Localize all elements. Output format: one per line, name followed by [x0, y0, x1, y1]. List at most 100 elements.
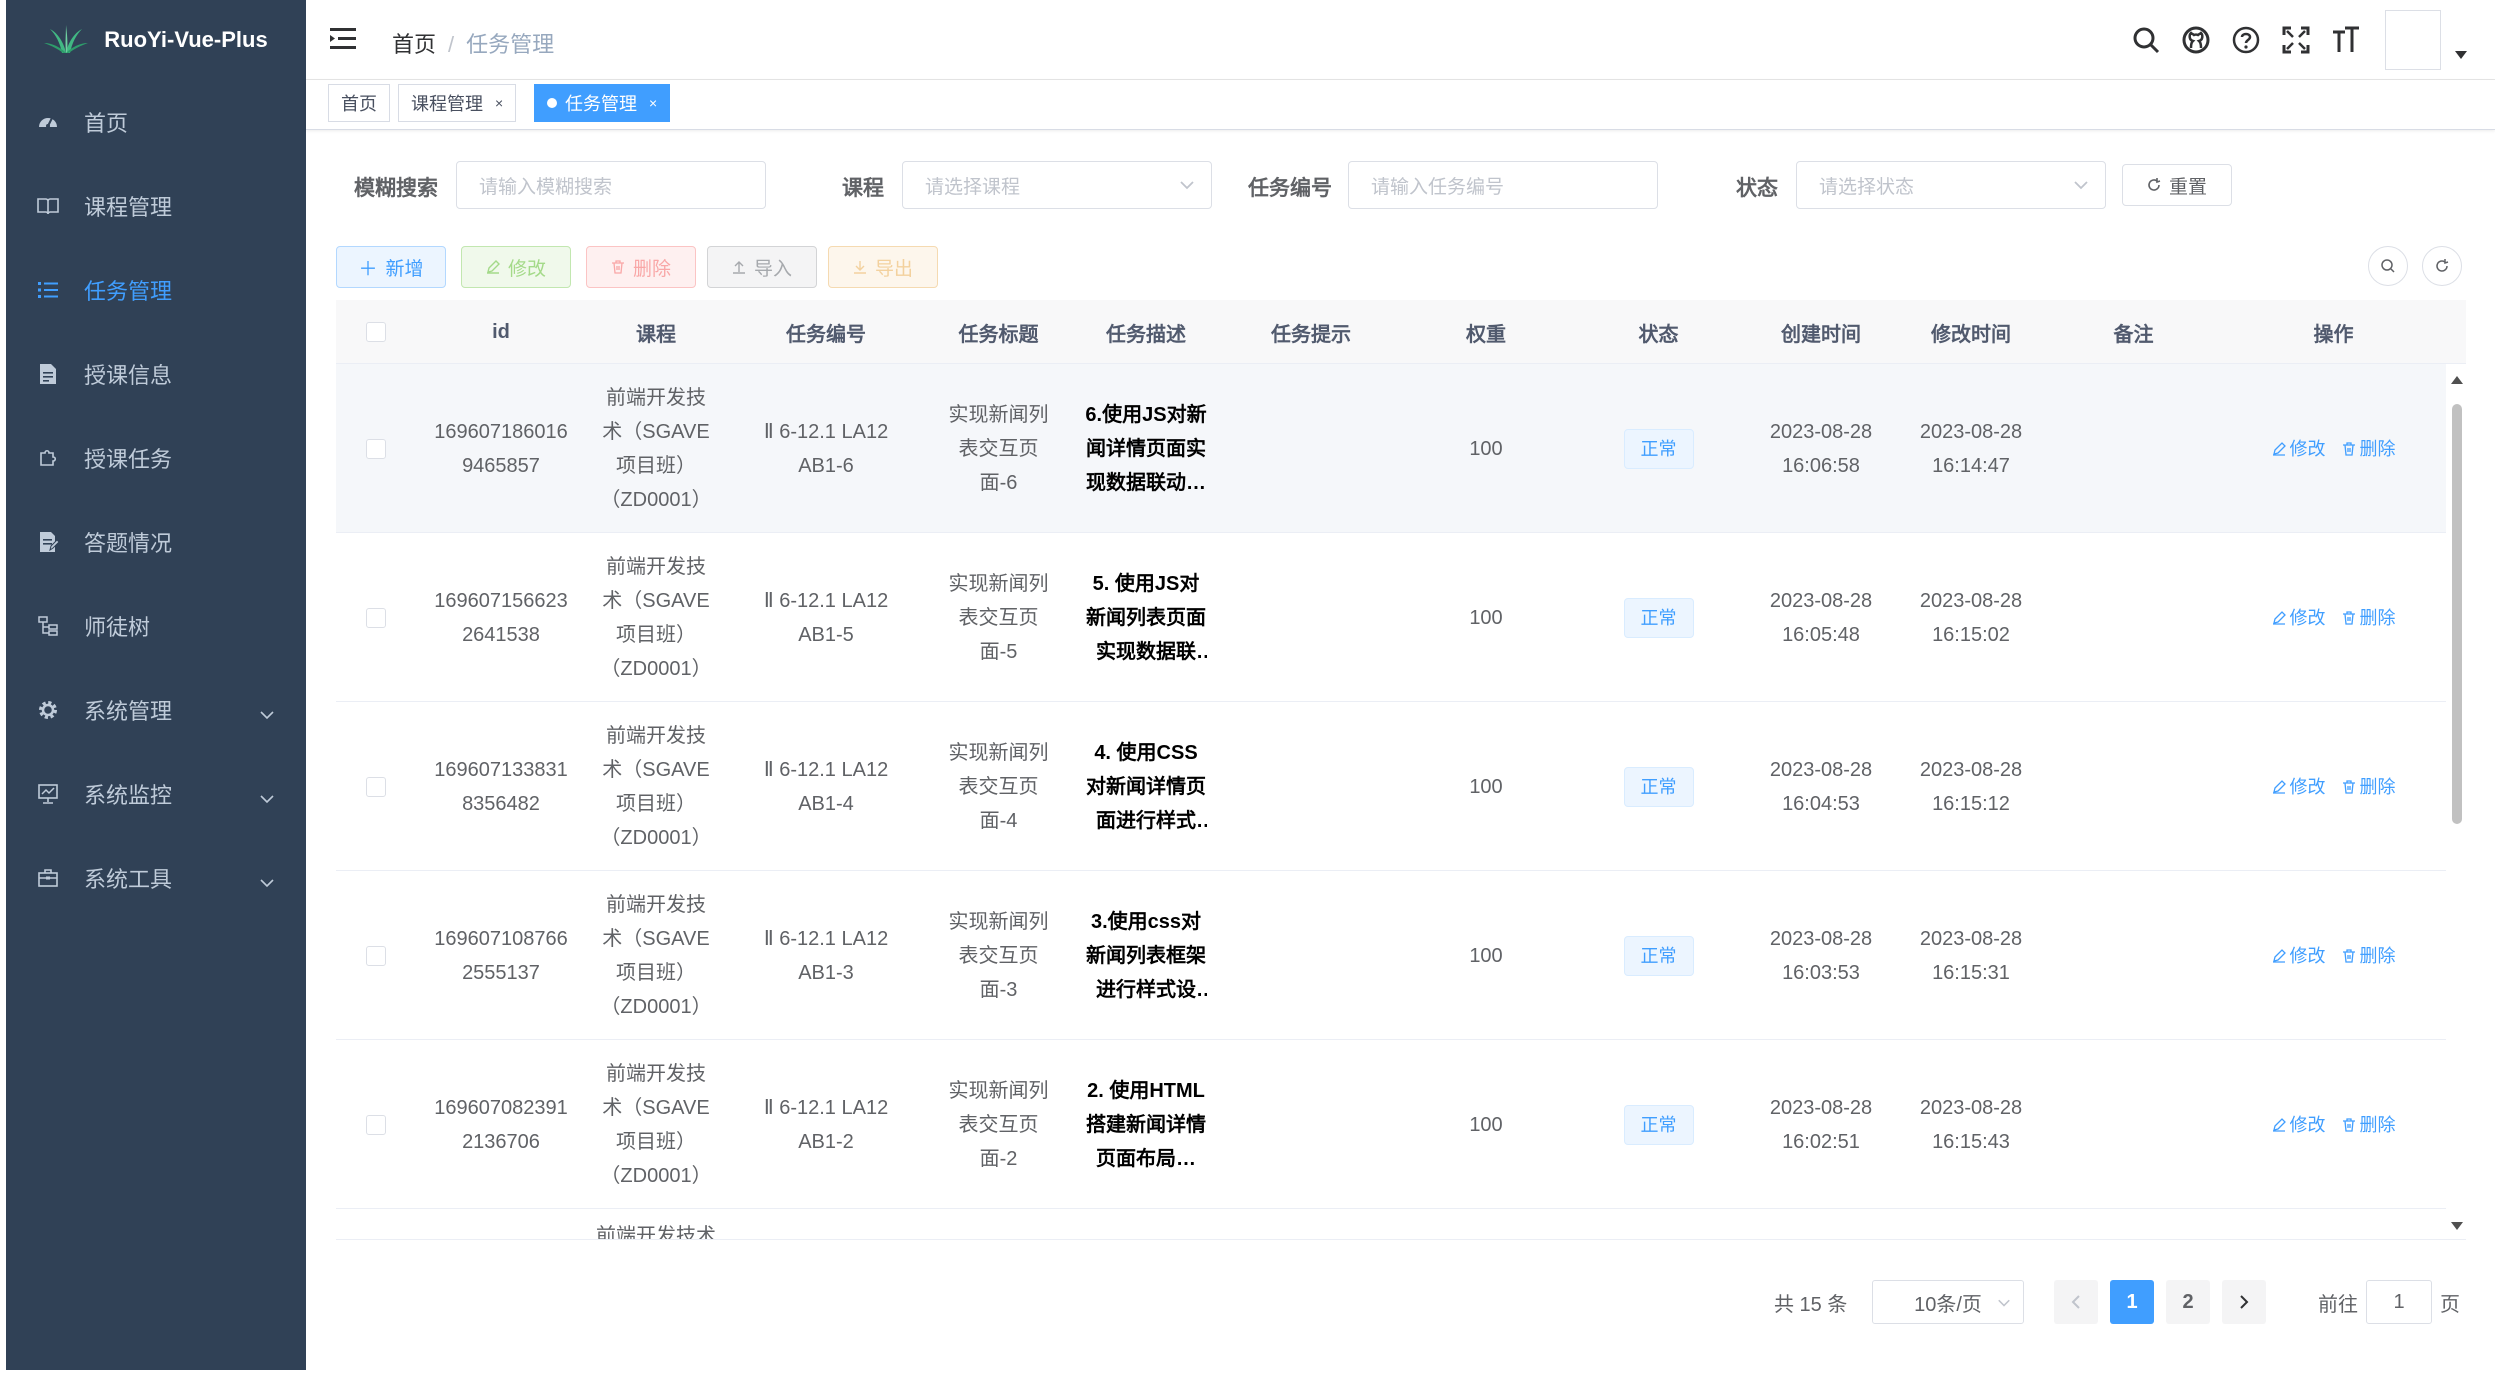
row-delete-button[interactable]: 删除: [2342, 770, 2396, 804]
col-task-no[interactable]: 任务编号: [726, 300, 926, 364]
page-size-select[interactable]: 10条/页: [1872, 1280, 2024, 1324]
col-hint[interactable]: 任务提示: [1221, 300, 1401, 364]
tag-course[interactable]: 课程管理 ×: [398, 84, 517, 122]
row-edit-button[interactable]: 修改: [2272, 601, 2326, 635]
table-row[interactable]: 1696071566232641538 前端开发技术（SGAVE项目班）（ZD00…: [336, 533, 2446, 702]
hamburger-icon[interactable]: [330, 26, 358, 57]
sidebar-item[interactable]: 系统工具: [6, 836, 306, 920]
sidebar-item[interactable]: 系统管理: [6, 668, 306, 752]
fullscreen-icon[interactable]: [2271, 15, 2321, 65]
table-body: 1696071860169465857 前端开发技术（SGAVE项目班）（ZD00…: [336, 364, 2446, 1240]
row-delete-button[interactable]: 删除: [2342, 939, 2396, 973]
github-icon[interactable]: [2171, 15, 2221, 65]
table-row[interactable]: 1696071087662555137 前端开发技术（SGAVE项目班）（ZD00…: [336, 871, 2446, 1040]
font-size-icon[interactable]: [2321, 15, 2371, 65]
goto-page-input[interactable]: 1: [2366, 1280, 2432, 1324]
row-delete-button[interactable]: 删除: [2342, 432, 2396, 466]
table-row[interactable]: 1696070823912136706 前端开发技术（SGAVE项目班）（ZD00…: [336, 1040, 2446, 1209]
close-icon[interactable]: ×: [649, 95, 657, 111]
caret-down-icon[interactable]: [2455, 46, 2467, 64]
col-remark[interactable]: 备注: [2046, 300, 2221, 364]
cell-text: 前端开发技术: [596, 1225, 716, 1240]
scrollbar-thumb[interactable]: [2452, 404, 2462, 824]
col-desc[interactable]: 任务描述: [1071, 300, 1221, 364]
search-icon[interactable]: [2121, 15, 2171, 65]
edit-icon: [2272, 948, 2286, 963]
table-row[interactable]: 1696071338318356482 前端开发技术（SGAVE项目班）（ZD00…: [336, 702, 2446, 871]
row-delete-label: 删除: [2359, 945, 2396, 966]
delete-button[interactable]: 删除: [586, 246, 696, 288]
table-scrollbar[interactable]: [2448, 364, 2466, 1239]
col-created[interactable]: 创建时间: [1746, 300, 1896, 364]
task-no-label: 任务编号: [1248, 177, 1332, 200]
col-modified[interactable]: 修改时间: [1896, 300, 2046, 364]
export-button[interactable]: 导出: [828, 246, 938, 288]
page-1-button[interactable]: 1: [2110, 1280, 2154, 1324]
tag-task[interactable]: 任务管理 ×: [534, 84, 671, 122]
col-status[interactable]: 状态: [1571, 300, 1746, 364]
prev-page-button[interactable]: [2054, 1280, 2098, 1324]
status-select[interactable]: 请选择状态: [1796, 161, 2106, 209]
table-row[interactable]: 前端开发技术: [336, 1209, 2446, 1240]
select-all-checkbox[interactable]: [366, 322, 386, 342]
row-checkbox[interactable]: [366, 438, 386, 459]
next-page-button[interactable]: [2222, 1280, 2266, 1324]
close-icon[interactable]: ×: [495, 95, 503, 111]
row-edit-button[interactable]: 修改: [2272, 432, 2326, 466]
import-button[interactable]: 导入: [707, 246, 817, 288]
table-row[interactable]: 1696071860169465857 前端开发技术（SGAVE项目班）（ZD00…: [336, 364, 2446, 533]
row-checkbox[interactable]: [366, 1114, 386, 1135]
page-2-button[interactable]: 2: [2166, 1280, 2210, 1324]
course-select[interactable]: 请选择课程: [902, 161, 1212, 209]
add-button[interactable]: ＋ 新增: [336, 246, 446, 288]
logo[interactable]: RuoYi-Vue-Plus: [6, 0, 306, 80]
download-icon: [853, 261, 866, 274]
sidebar-item[interactable]: 系统监控: [6, 752, 306, 836]
row-checkbox[interactable]: [366, 945, 386, 966]
row-delete-button[interactable]: 删除: [2342, 1108, 2396, 1142]
breadcrumb-home[interactable]: 首页: [392, 32, 436, 57]
avatar[interactable]: [2385, 10, 2441, 70]
refresh-button[interactable]: [2422, 246, 2462, 286]
cell-text: 前端开发技术（SGAVE项目班）（ZD0001）: [600, 1062, 712, 1187]
plus-icon: ＋: [358, 258, 378, 280]
cell-text: 100: [1469, 944, 1503, 967]
col-title[interactable]: 任务标题: [926, 300, 1071, 364]
scroll-up-icon[interactable]: [2451, 376, 2463, 384]
edit-doc-icon: [36, 530, 60, 554]
sidebar-item[interactable]: 任务管理: [6, 248, 306, 332]
sidebar-item[interactable]: 授课任务: [6, 416, 306, 500]
col-weight[interactable]: 权重: [1401, 300, 1571, 364]
sidebar-item[interactable]: 首页: [6, 80, 306, 164]
sidebar-item[interactable]: 课程管理: [6, 164, 306, 248]
toggle-search-button[interactable]: [2368, 246, 2408, 286]
row-delete-button[interactable]: 删除: [2342, 601, 2396, 635]
row-edit-button[interactable]: 修改: [2272, 939, 2326, 973]
reset-button[interactable]: 重置: [2122, 164, 2232, 206]
col-id[interactable]: id: [416, 300, 586, 364]
sidebar-item[interactable]: 师徒树: [6, 584, 306, 668]
tag-home[interactable]: 首页: [328, 84, 390, 122]
cell-title: 实现新闻列表交互页面-3: [926, 871, 1071, 1040]
row-edit-button[interactable]: 修改: [2272, 1108, 2326, 1142]
fuzzy-search-input[interactable]: 请输入模糊搜索: [456, 161, 766, 209]
edit-icon: [2272, 441, 2286, 456]
row-checkbox[interactable]: [366, 776, 386, 797]
help-icon[interactable]: [2221, 15, 2271, 65]
cell-title: 实现新闻列表交互页面-2: [926, 1040, 1071, 1209]
row-edit-button[interactable]: 修改: [2272, 770, 2326, 804]
col-course[interactable]: 课程: [586, 300, 726, 364]
status-badge: 正常: [1623, 597, 1694, 638]
trash-icon: [2342, 610, 2355, 625]
status-cell: 正常: [1571, 533, 1746, 702]
edit-icon: [2272, 1117, 2286, 1132]
task-no-input[interactable]: 请输入任务编号: [1348, 161, 1658, 209]
scroll-down-icon[interactable]: [2451, 1222, 2463, 1230]
sidebar-item[interactable]: 答题情况: [6, 500, 306, 584]
sidebar-item-label: 任务管理: [84, 279, 173, 304]
sidebar-item[interactable]: 授课信息: [6, 332, 306, 416]
edit-button[interactable]: 修改: [461, 246, 571, 288]
row-checkbox[interactable]: [366, 607, 386, 628]
actions-cell: 修改 删除: [2221, 1040, 2446, 1209]
dashboard-icon: [36, 110, 60, 134]
